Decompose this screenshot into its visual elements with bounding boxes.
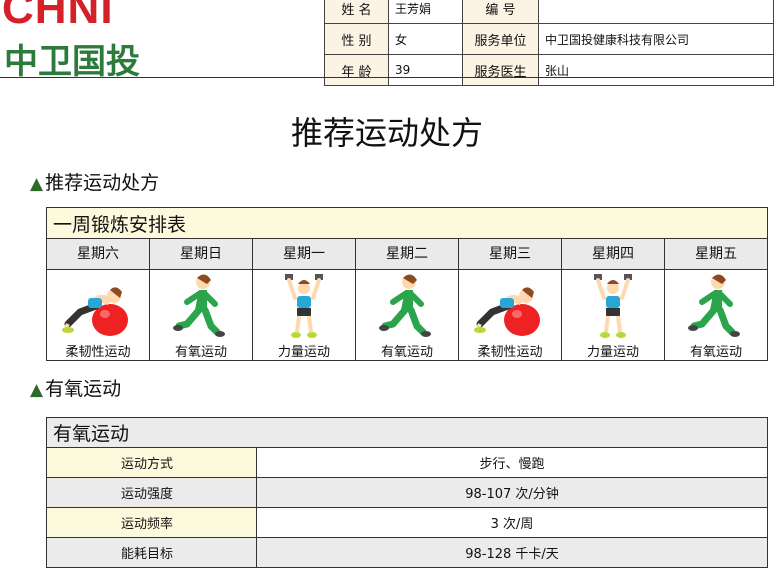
section-label: 有氧运动 xyxy=(45,378,122,400)
activity-cell: 力量运动 xyxy=(562,270,665,360)
runner-icon xyxy=(688,274,740,337)
aerobic-detail-table: 有氧运动 运动方式 步行、慢跑 运动强度 98-107 次/分钟 运动频率 3 … xyxy=(46,417,768,568)
aerobic-row-label: 运动强度 xyxy=(46,477,257,508)
weekday-label: 星期四 xyxy=(562,239,665,269)
aerobic-row-label: 能耗目标 xyxy=(46,537,257,568)
activity-label: 柔韧性运动 xyxy=(65,345,131,360)
activity-cell: 力量运动 xyxy=(253,270,356,360)
aerobic-row-value: 98-107 次/分钟 xyxy=(256,477,768,508)
page-title: 推荐运动处方 xyxy=(290,114,483,152)
weekday-label: 星期三 xyxy=(459,239,562,269)
aerobic-row-value: 步行、慢跑 xyxy=(256,447,768,478)
triangle-marker-icon: ▲ xyxy=(30,380,44,400)
weekday-label: 星期一 xyxy=(253,239,356,269)
runner-icon xyxy=(173,274,225,337)
info-label: 年 龄 xyxy=(324,54,389,86)
runner-icon xyxy=(379,274,431,337)
info-value: 王芳娟 xyxy=(388,0,463,24)
aerobic-row: 运动方式 步行、慢跑 xyxy=(46,447,768,478)
activity-label: 有氧运动 xyxy=(689,345,742,360)
aerobic-row: 能耗目标 98-128 千卡/天 xyxy=(46,537,768,568)
triangle-marker-icon: ▲ xyxy=(30,174,44,194)
activity-cell: 柔韧性运动 xyxy=(459,270,562,360)
dumbbell-icon xyxy=(594,274,632,338)
activity-row: 柔韧性运动 有氧运动 力量运动 有氧运动 柔韧性运动 力量运动 有氧运动 xyxy=(47,270,767,360)
section-heading-prescription: ▲ 推荐运动处方 xyxy=(30,168,159,195)
weekday-label: 星期六 xyxy=(47,239,150,269)
weekday-label: 星期二 xyxy=(356,239,459,269)
info-value xyxy=(538,0,774,24)
activity-cell: 柔韧性运动 xyxy=(47,270,150,360)
info-label: 服务单位 xyxy=(462,23,539,55)
dumbbell-icon xyxy=(285,274,323,338)
logo-cn-text: 中卫国投 xyxy=(4,42,140,82)
aerobic-row: 运动强度 98-107 次/分钟 xyxy=(46,477,768,508)
activity-cell: 有氧运动 xyxy=(356,270,459,360)
aerobic-row: 运动频率 3 次/周 xyxy=(46,507,768,538)
info-value: 女 xyxy=(388,23,463,55)
weekday-header-row: 星期六 星期日 星期一 星期二 星期三 星期四 星期五 xyxy=(47,239,767,270)
ball-stretch-icon xyxy=(62,287,128,336)
activity-label: 有氧运动 xyxy=(380,345,433,360)
section-label: 推荐运动处方 xyxy=(45,172,160,194)
aerobic-row-value: 98-128 千卡/天 xyxy=(256,537,768,568)
info-value: 39 xyxy=(388,54,463,86)
info-value: 中卫国投健康科技有限公司 xyxy=(538,23,774,55)
info-row: 性 别 女 服务单位 中卫国投健康科技有限公司 xyxy=(324,23,774,55)
info-label: 服务医生 xyxy=(462,54,539,86)
weekly-schedule: 一周锻炼安排表 星期六 星期日 星期一 星期二 星期三 星期四 星期五 柔韧性运… xyxy=(46,207,768,361)
logo-latin-text: CHNI xyxy=(2,0,114,33)
section-heading-aerobic: ▲ 有氧运动 xyxy=(30,374,121,401)
info-label: 编 号 xyxy=(462,0,539,24)
info-row: 姓 名 王芳娟 编 号 xyxy=(324,0,774,24)
info-label: 性 别 xyxy=(324,23,389,55)
patient-info-table: 姓 名 王芳娟 编 号 性 别 女 服务单位 中卫国投健康科技有限公司 年 龄 … xyxy=(324,0,774,86)
weekday-label: 星期五 xyxy=(695,246,737,262)
aerobic-row-label: 运动频率 xyxy=(46,507,257,538)
weekday-label: 星期日 xyxy=(150,239,253,269)
aerobic-row-value: 3 次/周 xyxy=(256,507,768,538)
info-row: 年 龄 39 服务医生 张山 xyxy=(324,54,774,86)
activity-label: 柔韧性运动 xyxy=(477,345,543,360)
header-divider xyxy=(0,77,774,78)
activity-label: 力量运动 xyxy=(586,345,639,360)
activity-cell: 有氧运动 xyxy=(665,270,767,360)
activity-label: 有氧运动 xyxy=(174,345,227,360)
weekly-schedule-caption: 一周锻炼安排表 xyxy=(47,208,767,239)
ball-stretch-icon xyxy=(474,287,540,336)
aerobic-caption-row: 有氧运动 xyxy=(46,417,768,448)
info-label: 姓 名 xyxy=(324,0,389,24)
activity-label: 力量运动 xyxy=(277,345,330,360)
brand-logo: CHNI 中卫国投 xyxy=(0,0,160,82)
activity-cell: 有氧运动 xyxy=(150,270,253,360)
aerobic-caption: 有氧运动 xyxy=(46,417,768,448)
info-value: 张山 xyxy=(538,54,774,86)
aerobic-row-label: 运动方式 xyxy=(46,447,257,478)
